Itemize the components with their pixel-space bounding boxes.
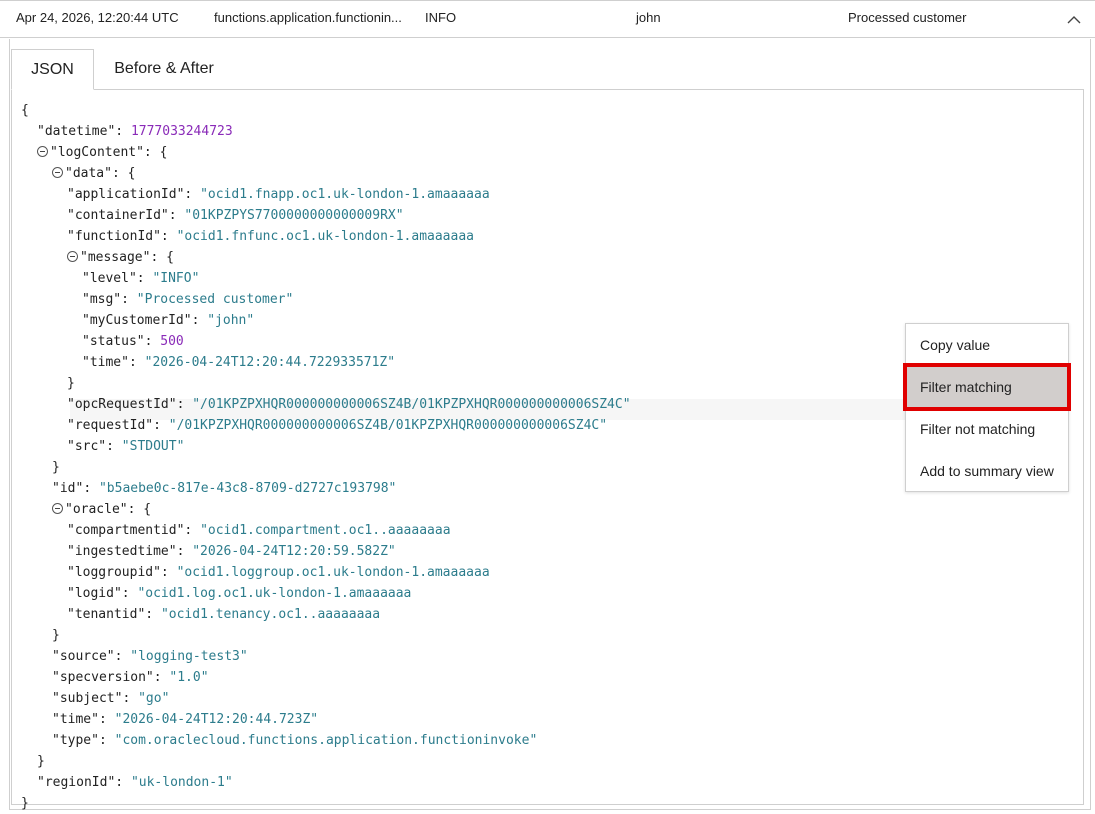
menu-item-add-to-summary-view[interactable]: Add to summary view [906,450,1068,492]
json-value[interactable]: "1.0" [169,670,208,685]
collapse-toggle-icon[interactable] [37,146,48,157]
json-line[interactable]: "type": "com.oraclecloud.functions.appli… [52,730,537,751]
json-line[interactable]: "tenantid": "ocid1.tenancy.oc1..aaaaaaaa [67,604,380,625]
json-line[interactable]: "status": 500 [82,331,184,352]
json-line[interactable]: "logContent": { [37,142,167,163]
json-line[interactable]: "src": "STDOUT" [67,436,184,457]
json-line[interactable]: "subject": "go" [52,688,169,709]
json-line[interactable]: "loggroupid": "ocid1.loggroup.oc1.uk-lon… [67,562,490,583]
menu-item-copy-value[interactable]: Copy value [906,324,1068,366]
json-value[interactable]: "01KPZPYS7700000000000009RX" [184,208,403,223]
json-value[interactable]: "ocid1.fnapp.oc1.uk-london-1.amaaaaaa [200,187,490,202]
json-value[interactable]: 1777033244723 [131,124,233,139]
json-line[interactable]: "containerId": "01KPZPYS7700000000000009… [67,205,404,226]
log-level: INFO [425,10,457,25]
json-line[interactable]: "specversion": "1.0" [52,667,209,688]
json-value[interactable]: "logging-test3" [130,649,247,664]
json-line[interactable]: "level": "INFO" [82,268,199,289]
json-value[interactable]: "INFO" [152,271,199,286]
json-line[interactable]: "message": { [67,247,174,268]
tab-json[interactable]: JSON [11,49,94,90]
json-value[interactable]: "ocid1.loggroup.oc1.uk-london-1.amaaaaaa [177,565,490,580]
json-line: } [21,796,29,811]
json-key: "datetime" [37,124,116,139]
menu-item-filter-matching[interactable]: Filter matching [903,363,1071,411]
json-value[interactable]: "ocid1.log.oc1.uk-london-1.amaaaaaa [137,586,411,601]
json-line[interactable]: "source": "logging-test3" [52,646,248,667]
json-line: } [67,376,75,391]
log-message: Processed customer [848,10,967,25]
menu-item-filter-not-matching[interactable]: Filter not matching [906,408,1068,450]
context-menu: Copy value Filter matching Filter not ma… [903,323,1071,492]
chevron-up-icon [1067,16,1081,24]
json-line[interactable]: "logid": "ocid1.log.oc1.uk-london-1.amaa… [67,583,411,604]
json-value[interactable]: "john" [207,313,254,328]
json-value[interactable]: "ocid1.tenancy.oc1..aaaaaaaa [161,607,380,622]
json-line[interactable]: "ingestedtime": "2026-04-24T12:20:59.582… [67,541,396,562]
json-line[interactable]: "requestId": "/01KPZPXHQR000000000006SZ4… [67,415,607,436]
json-line[interactable]: "datetime": 1777033244723 [37,121,233,142]
json-value[interactable]: "b5aebe0c-817e-43c8-8709-d2727c193798" [99,481,396,496]
json-value[interactable]: "ocid1.fnfunc.oc1.uk-london-1.amaaaaaa [177,229,474,244]
json-line[interactable]: "myCustomerId": "john" [82,310,254,331]
json-line: } [52,628,60,643]
json-line[interactable]: "time": "2026-04-24T12:20:44.722933571Z" [82,352,395,373]
json-value[interactable]: "Processed customer" [137,292,294,307]
json-line[interactable]: "applicationId": "ocid1.fnapp.oc1.uk-lon… [67,184,490,205]
json-line[interactable]: "opcRequestId": "/01KPZPXHQR000000000006… [67,394,631,415]
json-value[interactable]: "go" [138,691,169,706]
json-value[interactable]: "2026-04-24T12:20:44.723Z" [115,712,319,727]
json-line[interactable]: "regionId": "uk-london-1" [37,772,233,793]
json-line[interactable]: "time": "2026-04-24T12:20:44.723Z" [52,709,318,730]
log-user: john [636,10,661,25]
json-value[interactable]: "/01KPZPXHQR000000000006SZ4B/01KPZPXHQR0… [192,397,630,412]
collapse-toggle-icon[interactable] [67,251,78,262]
json-line[interactable]: "oracle": { [52,499,151,520]
json-line: } [52,460,60,475]
json-line: { [21,103,29,118]
json-value[interactable]: 500 [160,334,183,349]
json-line[interactable]: "compartmentid": "ocid1.compartment.oc1.… [67,520,451,541]
json-line[interactable]: "functionId": "ocid1.fnfunc.oc1.uk-londo… [67,226,474,247]
json-line[interactable]: "data": { [52,163,135,184]
json-value[interactable]: "ocid1.compartment.oc1..aaaaaaaa [200,523,450,538]
detail-tabs: JSON Before & After [10,49,1090,90]
json-value[interactable]: "uk-london-1" [131,775,233,790]
json-value[interactable]: "com.oraclecloud.functions.application.f… [115,733,538,748]
log-type: functions.application.functionin... [214,10,402,25]
collapse-toggle-icon[interactable] [52,167,63,178]
tab-before-after[interactable]: Before & After [106,49,222,89]
json-value[interactable]: "2026-04-24T12:20:44.722933571Z" [145,355,395,370]
log-entry-row[interactable]: Apr 24, 2026, 12:20:44 UTC functions.app… [0,0,1095,38]
json-line: } [37,754,45,769]
json-value[interactable]: "/01KPZPXHQR000000000006SZ4B/01KPZPXHQR0… [169,418,607,433]
collapse-toggle-icon[interactable] [52,503,63,514]
json-line[interactable]: "id": "b5aebe0c-817e-43c8-8709-d2727c193… [52,478,396,499]
json-value[interactable]: "2026-04-24T12:20:59.582Z" [192,544,396,559]
json-line[interactable]: "msg": "Processed customer" [82,289,293,310]
collapse-row-button[interactable] [1064,11,1084,29]
log-datetime: Apr 24, 2026, 12:20:44 UTC [16,10,179,25]
json-value[interactable]: "STDOUT" [122,439,185,454]
